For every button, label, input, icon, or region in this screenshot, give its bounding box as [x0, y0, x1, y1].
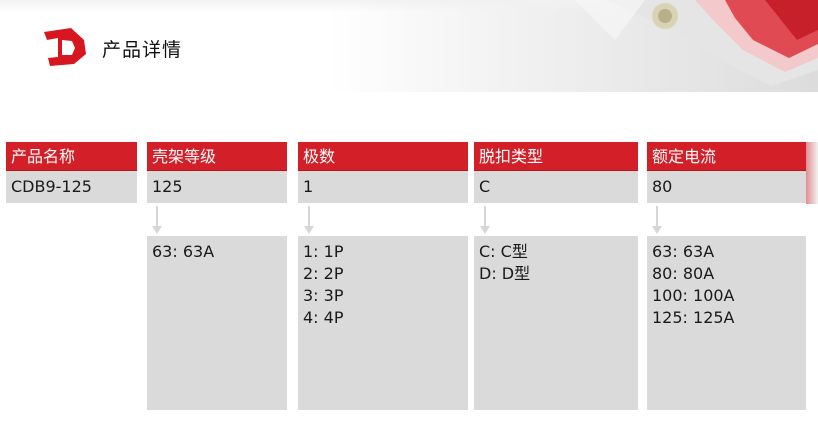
option-item: 100: 100A [652, 286, 735, 305]
table-right-edge [806, 142, 818, 204]
column-value: CDB9-125 [6, 171, 137, 203]
option-item: 125: 125A [652, 308, 735, 327]
column-trip-type: 脱扣类型 C [474, 142, 638, 203]
column-header: 极数 [298, 142, 468, 171]
option-item: 4: 4P [303, 308, 344, 327]
down-arrow-icon [480, 206, 490, 234]
page-title: 产品详情 [102, 39, 183, 61]
option-item: C: C型 [479, 242, 528, 261]
option-item: 1: 1P [303, 242, 344, 261]
column-header: 脱扣类型 [474, 142, 638, 171]
column-value: C [474, 171, 638, 203]
option-item: D: D型 [479, 264, 531, 283]
option-item: 63: 63A [652, 242, 715, 261]
column-value: 80 [647, 171, 806, 203]
option-item: 2: 2P [303, 264, 344, 283]
option-item: 80: 80A [652, 264, 715, 283]
column-value: 125 [147, 171, 287, 203]
down-arrow-icon [652, 206, 662, 234]
options-box: 63: 63A [147, 236, 287, 410]
column-frame-grade: 壳架等级 125 [147, 142, 287, 203]
column-header: 产品名称 [6, 142, 137, 171]
column-header: 额定电流 [647, 142, 806, 171]
options-box: C: C型 D: D型 [474, 236, 638, 410]
column-poles: 极数 1 [298, 142, 468, 203]
column-value: 1 [298, 171, 468, 203]
column-header: 壳架等级 [147, 142, 287, 171]
option-item: 3: 3P [303, 286, 344, 305]
options-box: 63: 63A 80: 80A 100: 100A 125: 125A [647, 236, 806, 410]
column-rated-current: 额定电流 80 [647, 142, 806, 203]
column-product-name: 产品名称 CDB9-125 [6, 142, 137, 203]
down-arrow-icon [304, 206, 314, 234]
options-box: 1: 1P 2: 2P 3: 3P 4: 4P [298, 236, 468, 410]
brand-logo-icon [44, 28, 86, 66]
product-photo [575, 0, 818, 86]
down-arrow-icon [152, 206, 162, 234]
option-item: 63: 63A [152, 242, 215, 261]
